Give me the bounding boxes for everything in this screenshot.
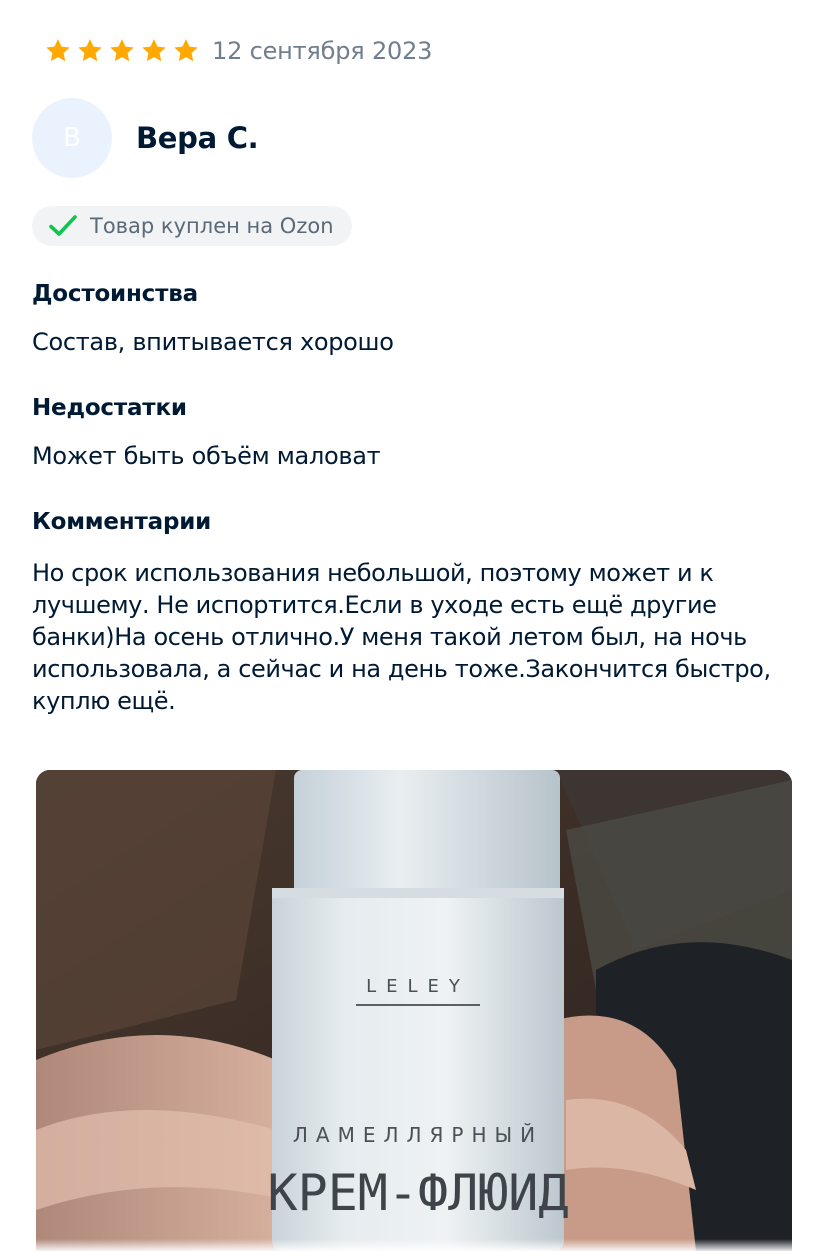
author-row[interactable]: В Вера С. <box>32 98 259 178</box>
star-rating <box>44 37 200 65</box>
review-photo[interactable]: LELEY ЛАМЕЛЛЯРНЫЙ КРЕМ-ФЛЮИД <box>36 770 792 1251</box>
avatar-letter: В <box>63 123 81 153</box>
cons-title: Недостатки <box>32 395 187 421</box>
photo-brand-text: LELEY <box>366 976 470 997</box>
author-name[interactable]: Вера С. <box>136 121 259 155</box>
star-icon <box>142 39 166 62</box>
comment-title: Комментарии <box>32 509 212 535</box>
avatar[interactable]: В <box>32 98 112 178</box>
star-icon <box>78 39 102 62</box>
comment-text: Но срок использования небольшой, поэтому… <box>32 559 771 715</box>
star-icon <box>174 39 198 62</box>
photo-label-line2: КРЕМ-ФЛЮИД <box>267 1164 568 1222</box>
cons-text: Может быть объём маловат <box>32 442 381 470</box>
bottom-fade <box>0 1239 828 1251</box>
pros-title: Достоинства <box>32 281 198 307</box>
check-icon <box>49 215 77 236</box>
review-card: 12 сентября 2023 В Вера С. Товар куплен … <box>0 0 828 1251</box>
photo-label-line1: ЛАМЕЛЛЯРНЫЙ <box>293 1123 543 1147</box>
star-icon <box>46 39 70 62</box>
review-date: 12 сентября 2023 <box>212 37 433 65</box>
pros-text: Состав, впитывается хорошо <box>32 328 394 356</box>
star-icon <box>110 39 134 62</box>
purchased-badge-label: Товар куплен на Ozon <box>90 214 334 238</box>
purchased-badge: Товар куплен на Ozon <box>32 206 352 246</box>
product-photo-illustration: LELEY ЛАМЕЛЛЯРНЫЙ КРЕМ-ФЛЮИД <box>36 770 792 1251</box>
rating-row: 12 сентября 2023 <box>44 34 432 68</box>
